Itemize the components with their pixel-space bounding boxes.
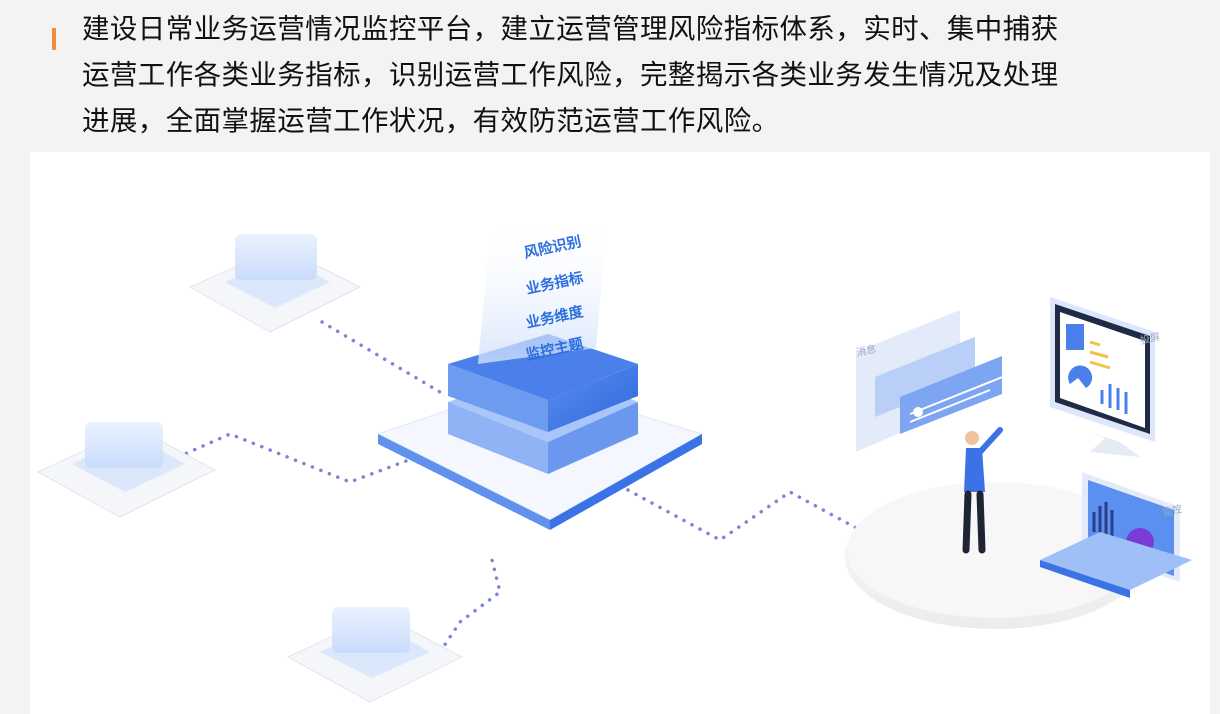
intro-line-2: 运营工作各类业务指标，识别运营工作风险，完整揭示各类业务发生情况及处理 [82, 59, 1059, 91]
central-platform [376, 214, 704, 530]
intro-line-3: 进展，全面掌握运营工作状况，有效防范运营工作风险。 [82, 105, 780, 137]
big-screen-monitor [1050, 297, 1155, 457]
server-node-left [36, 422, 217, 518]
id-card-icon [1066, 324, 1084, 350]
accent-bar [52, 28, 56, 50]
illustration-svg [36, 214, 1192, 703]
server-node-top [188, 234, 362, 333]
server-node-bottom [286, 607, 464, 703]
intro-line-1: 建设日常业务运营情况监控平台，建立运营管理风险指标体系，实时、集中捕获 [82, 13, 1059, 45]
speaker-icon [913, 407, 923, 417]
platform-illustration: 风险识别 业务指标 业务维度 监控主题 消息 投屏 监控 [30, 152, 1210, 714]
intro-paragraph: 建设日常业务运营情况监控平台，建立运营管理风险指标体系，实时、集中捕获 运营工作… [82, 6, 1192, 144]
message-panels [856, 310, 1006, 452]
